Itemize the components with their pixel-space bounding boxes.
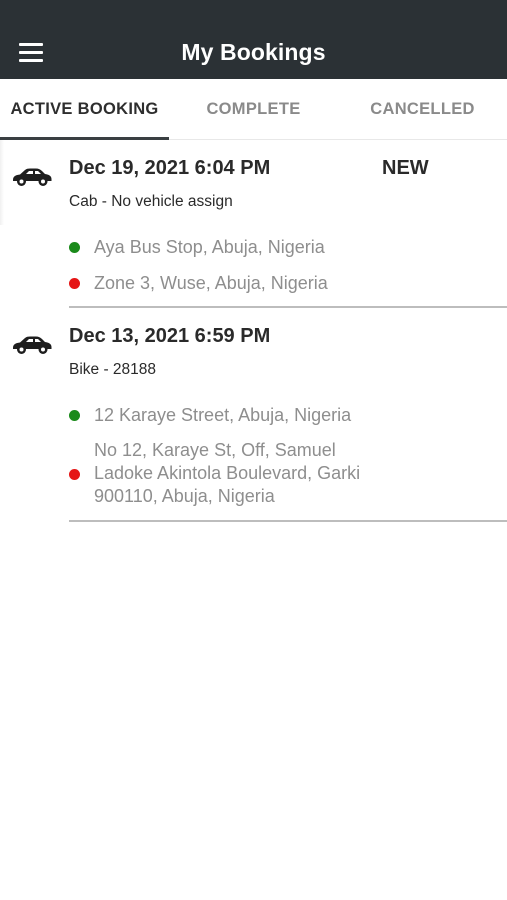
car-icon [13, 336, 52, 354]
page-title: My Bookings [181, 39, 326, 65]
booking-date: Dec 19, 2021 6:04 PM [69, 157, 271, 179]
booking-divider [69, 520, 507, 522]
dropoff-address: No 12, Karaye St, Off, Samuel Ladoke Aki… [94, 440, 361, 506]
booking-vehicle: Cab - No vehicle assign [69, 193, 233, 210]
pickup-address: Aya Bus Stop, Abuja, Nigeria [94, 237, 325, 257]
dropoff-dot-icon [69, 278, 80, 289]
tab-complete[interactable]: COMPLETE [169, 79, 338, 140]
booking-status-badge: NEW [382, 157, 429, 179]
pickup-location: 12 Karaye Street, Abuja, Nigeria [69, 404, 399, 428]
app-screen: My Bookings ACTIVE BOOKING COMPLETE CANC… [0, 0, 507, 900]
pickup-location: Aya Bus Stop, Abuja, Nigeria [69, 236, 399, 260]
booking-card[interactable]: Dec 19, 2021 6:04 PM NEW Cab - No vehicl… [0, 140, 507, 310]
pickup-dot-icon [69, 242, 80, 253]
dropoff-dot-icon [69, 469, 80, 480]
tab-cancelled[interactable]: CANCELLED [338, 79, 507, 140]
tab-active-booking[interactable]: ACTIVE BOOKING [0, 79, 169, 140]
booking-date: Dec 13, 2021 6:59 PM [69, 325, 271, 347]
booking-vehicle: Bike - 28188 [69, 361, 157, 378]
pickup-dot-icon [69, 410, 80, 421]
booking-tabs: ACTIVE BOOKING COMPLETE CANCELLED [0, 79, 507, 140]
car-icon [13, 168, 52, 186]
dropoff-address: Zone 3, Wuse, Abuja, Nigeria [94, 273, 328, 293]
app-header: My Bookings [0, 0, 507, 79]
dropoff-location: Zone 3, Wuse, Abuja, Nigeria [69, 272, 399, 296]
dropoff-location: No 12, Karaye St, Off, Samuel Ladoke Aki… [69, 439, 399, 511]
pickup-address: 12 Karaye Street, Abuja, Nigeria [94, 405, 352, 425]
booking-card[interactable]: Dec 13, 2021 6:59 PM Bike - 28188 12 Kar… [0, 308, 507, 523]
